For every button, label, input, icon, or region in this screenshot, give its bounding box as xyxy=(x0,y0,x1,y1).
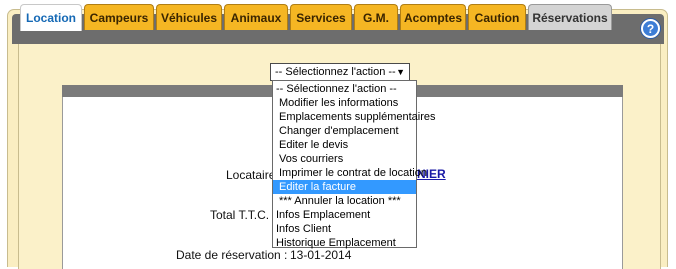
dropdown-option[interactable]: Infos Client xyxy=(273,222,416,236)
dropdown-option[interactable]: Changer d'emplacement xyxy=(273,124,416,138)
dropdown-option[interactable]: Infos Emplacement xyxy=(273,208,416,222)
action-dropdown-list[interactable]: -- Sélectionnez l'action -- Modifier les… xyxy=(272,80,436,250)
dropdown-option[interactable]: Editer le devis xyxy=(273,138,416,152)
tab-services[interactable]: Services xyxy=(290,4,352,30)
locataire-label: Locataire xyxy=(226,168,276,182)
tab-location[interactable]: Location xyxy=(20,4,82,31)
tab-gm[interactable]: G.M. xyxy=(354,4,398,30)
tab-reservations[interactable]: Réservations xyxy=(528,4,612,30)
tab-caution[interactable]: Caution xyxy=(468,4,526,30)
dropdown-option[interactable]: Emplacements supplémentaires xyxy=(273,110,436,124)
date-reservation-value: 13-01-2014 xyxy=(290,248,352,262)
tab-animaux[interactable]: Animaux xyxy=(224,4,288,30)
dropdown-option-selected[interactable]: Editer la facture xyxy=(273,180,416,194)
dropdown-option[interactable]: Modifier les informations xyxy=(273,96,416,110)
dropdown-option[interactable]: Vos courriers xyxy=(273,152,416,166)
dropdown-option[interactable]: Imprimer le contrat de location xyxy=(273,166,427,180)
tab-campeurs[interactable]: Campeurs xyxy=(84,4,154,30)
dropdown-option[interactable]: *** Annuler la location *** xyxy=(273,194,416,208)
dropdown-option[interactable]: Historique Emplacement xyxy=(273,236,416,250)
tab-vehicules[interactable]: Véhicules xyxy=(156,4,222,30)
total-ttc-label: Total T.T.C. xyxy=(210,208,270,222)
help-icon[interactable]: ? xyxy=(641,19,660,38)
date-reservation-label: Date de réservation : xyxy=(176,248,288,262)
action-select[interactable]: -- Sélectionnez l'action -- ▼ xyxy=(270,63,410,81)
tab-acomptes[interactable]: Acomptes xyxy=(400,4,466,30)
dropdown-option[interactable]: -- Sélectionnez l'action -- xyxy=(273,82,416,96)
chevron-down-icon: ▼ xyxy=(396,67,405,77)
action-select-value: -- Sélectionnez l'action -- xyxy=(275,66,396,78)
